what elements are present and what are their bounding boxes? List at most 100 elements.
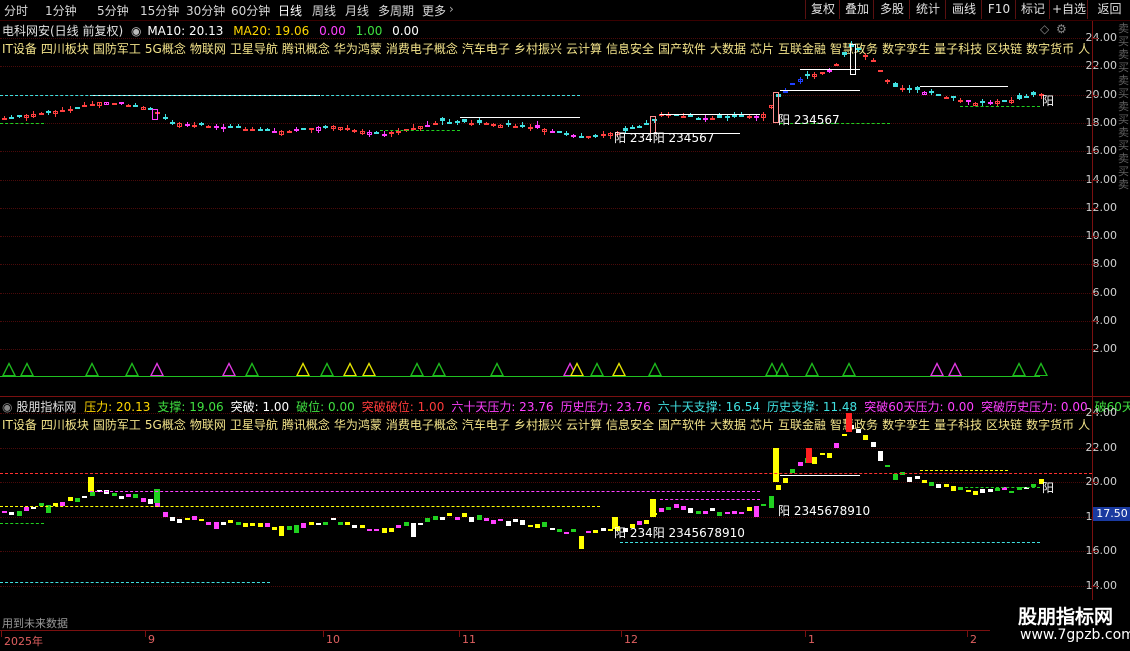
concept-tag[interactable]: 信息安全 [606, 42, 654, 56]
period-tab-60min[interactable]: 60分钟 [231, 2, 270, 19]
concept-tag[interactable]: 卫星导航 [230, 42, 278, 56]
concept-tag[interactable]: 国防军工 [93, 42, 141, 56]
candle [505, 122, 511, 126]
button-draw-line[interactable]: 画线 [945, 0, 982, 19]
concept-tag[interactable]: 互联金融 [778, 42, 826, 56]
concept-tag[interactable]: 华为鸿蒙 [334, 418, 382, 432]
candle [374, 131, 380, 134]
signal-triangle-inner [1014, 365, 1024, 375]
candle [213, 126, 219, 129]
indicator-bar [498, 518, 504, 521]
concept-tag[interactable]: IT设备 [2, 42, 37, 56]
concept-tag[interactable]: 物联网 [190, 418, 226, 432]
concept-tag[interactable]: 乡村振兴 [514, 42, 562, 56]
y-tick-label: 10.00 [1085, 229, 1118, 243]
concept-tag[interactable]: 数字货币 [1026, 418, 1074, 432]
concept-tag[interactable]: IT设备 [2, 418, 37, 432]
period-tab-15min[interactable]: 15分钟 [140, 2, 179, 19]
concept-tag[interactable]: 国产软件 [658, 42, 706, 56]
indicator-bar [819, 452, 825, 456]
kline-main-panel[interactable]: 电科网安(日线 前复权) ◉ MA10: 20.13 MA20: 19.06 0… [0, 21, 1092, 396]
concept-tag[interactable]: 乡村振兴 [514, 418, 562, 432]
button-back[interactable]: 返回 [1087, 0, 1130, 19]
candle [264, 129, 270, 132]
period-tab-daily[interactable]: 日线 [278, 2, 302, 19]
candle [556, 130, 562, 133]
concept-tag[interactable]: 人工 [1078, 42, 1090, 56]
concept-tag[interactable]: 量子科技 [934, 42, 982, 56]
concept-tag[interactable]: 大数据 [710, 42, 746, 56]
candle [221, 126, 226, 130]
button-multi-stock[interactable]: 多股 [873, 0, 910, 19]
period-tab-more[interactable]: 更多 [422, 2, 446, 19]
concept-tag[interactable]: 5G概念 [145, 418, 186, 432]
candle [1031, 91, 1037, 96]
period-tab-monthly[interactable]: 月线 [345, 2, 369, 19]
concept-tag[interactable]: 5G概念 [145, 42, 186, 56]
diamond-icon[interactable]: ◇ [1040, 22, 1049, 36]
concept-tag[interactable]: 四川板块 [41, 42, 89, 56]
concept-tag[interactable]: 消费电子概念 [386, 418, 458, 432]
indicator-panel[interactable]: ◉ 股朋指标网 压力: 20.13 支撑: 19.06 突破: 1.00 破位: 0.… [0, 397, 1130, 630]
concept-tag[interactable]: 卫星导航 [230, 418, 278, 432]
indicator-value: 突破历史压力: 0.00 [981, 400, 1088, 414]
button-add-watchlist[interactable]: +自选 [1049, 0, 1088, 19]
concept-tag[interactable]: 芯片 [750, 42, 774, 56]
concept-tag[interactable]: 芯片 [750, 418, 774, 432]
concept-tag[interactable]: 四川板块 [41, 418, 89, 432]
candle [724, 115, 730, 118]
button-statistics[interactable]: 统计 [909, 0, 946, 19]
period-tab-weekly[interactable]: 周线 [312, 2, 336, 19]
indicator-bar [476, 514, 482, 520]
candle [162, 117, 168, 120]
indicator-value: 突破60天压力: 0.00 [864, 400, 975, 414]
period-tab-1min[interactable]: 1分钟 [45, 2, 77, 19]
candle [680, 115, 686, 118]
concept-tag[interactable]: 汽车电子 [462, 42, 510, 56]
concept-tag[interactable]: 数字孪生 [882, 42, 930, 56]
concept-tag[interactable]: 人工 [1078, 418, 1090, 432]
concept-tag[interactable]: 智慧政务 [830, 418, 878, 432]
indicator-bar [31, 506, 37, 510]
signal-triangle-inner [152, 365, 162, 375]
concept-tag[interactable]: 区块链 [986, 42, 1022, 56]
concept-tag[interactable]: 云计算 [566, 42, 602, 56]
signal-triangle-inner [434, 365, 444, 375]
concept-tag[interactable]: 区块链 [986, 418, 1022, 432]
period-tab-5min[interactable]: 5分钟 [97, 2, 129, 19]
period-tab-fenshi[interactable]: 分时 [4, 2, 28, 19]
concept-tag[interactable]: 物联网 [190, 42, 226, 56]
concept-tag[interactable]: 消费电子概念 [386, 42, 458, 56]
indicator-bar [797, 461, 803, 466]
signal-triangle-inner [1036, 365, 1046, 375]
indicator-value: 历史支撑: 11.48 [766, 400, 858, 414]
dropdown-icon[interactable]: ◉ [2, 400, 12, 414]
dropdown-icon[interactable]: ◉ [131, 24, 141, 38]
button-overlay[interactable]: 叠加 [839, 0, 874, 19]
candle [447, 121, 453, 124]
signal-triangle-inner [127, 365, 137, 375]
concept-tag[interactable]: 大数据 [710, 418, 746, 432]
concept-tag[interactable]: 互联金融 [778, 418, 826, 432]
concept-tag[interactable]: 汽车电子 [462, 418, 510, 432]
concept-tag[interactable]: 云计算 [566, 418, 602, 432]
button-mark[interactable]: 标记 [1015, 0, 1050, 19]
button-f10[interactable]: F10 [981, 0, 1016, 19]
concept-tag[interactable]: 信息安全 [606, 418, 654, 432]
concept-tag[interactable]: 腾讯概念 [282, 418, 330, 432]
settings-icon[interactable]: ⚙ [1056, 22, 1067, 36]
concept-tag[interactable]: 数字孪生 [882, 418, 930, 432]
concept-tag[interactable]: 量子科技 [934, 418, 982, 432]
concept-tag[interactable]: 腾讯概念 [282, 42, 330, 56]
grid-line [0, 66, 1092, 68]
period-tab-30min[interactable]: 30分钟 [186, 2, 225, 19]
candle [323, 125, 329, 128]
concept-tag[interactable]: 数字货币 [1026, 42, 1074, 56]
indicator-value: 突破: 1.00 [230, 400, 290, 414]
concept-tag[interactable]: 国产软件 [658, 418, 706, 432]
concept-tag[interactable]: 国防军工 [93, 418, 141, 432]
concept-tag[interactable]: 华为鸿蒙 [334, 42, 382, 56]
candle [483, 123, 489, 126]
period-tab-multi[interactable]: 多周期 [378, 2, 414, 19]
button-restore-rights[interactable]: 复权 [805, 0, 840, 19]
